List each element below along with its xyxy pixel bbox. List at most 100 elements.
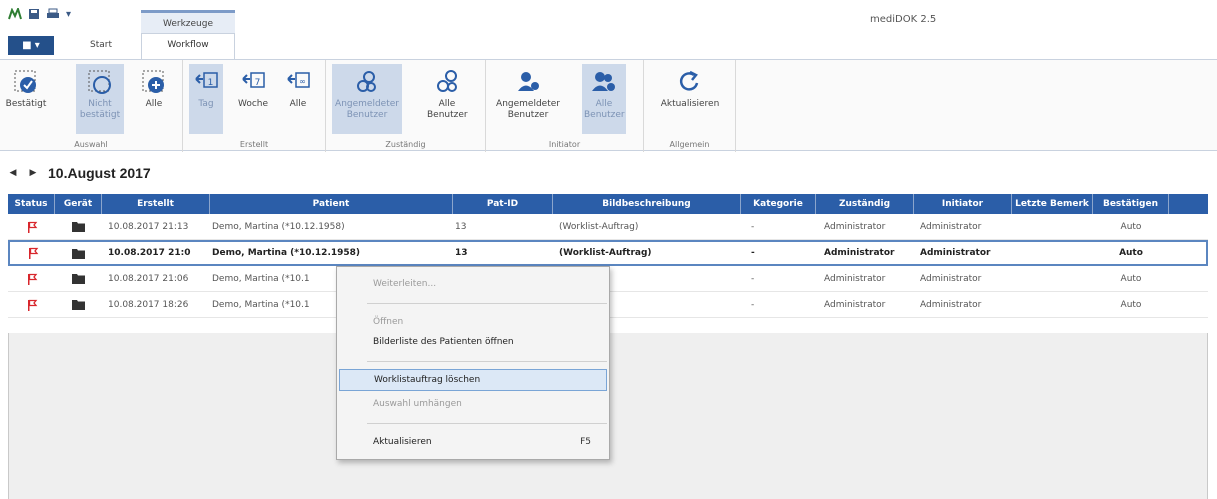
quick-access-toolbar: ▾ [8,8,71,20]
initiator-cell: Administrator [920,299,982,310]
erstellt-cell: 10.08.2017 21:0 [108,248,191,258]
bestaetigen-cell: Auto [1120,221,1142,232]
ribbon-group-label: Zuständig [385,140,426,149]
erstellt-cell: 10.08.2017 21:06 [108,273,189,284]
device-cell [55,292,102,318]
context-group-label: Werkzeuge [162,19,214,29]
column-header-kategorie[interactable]: Kategorie [741,194,816,214]
initiator-alle-benutzer-button[interactable]: Alle Benutzer [582,64,626,134]
ribbon-group-label: Auswahl [74,140,108,149]
column-header-pat-id[interactable]: Pat-ID [453,194,553,214]
erstellt-alle-button[interactable]: ∞ Alle [281,64,315,134]
table-row[interactable]: 10.08.2017 21:13 Demo, Martina (*10.12.1… [8,214,1208,240]
print-icon[interactable] [46,8,60,20]
zustaendig-cell: Administrator [824,273,886,284]
column-header-initiator[interactable]: Initiator [914,194,1012,214]
folder-icon [72,248,85,259]
woche-label: Woche [237,99,269,109]
initiator-angemeldeter-benutzer-button[interactable]: Angemeldeter Benutzer [492,64,564,134]
bildbeschreibung-cell: (Worklist-Auftrag) [559,221,639,232]
kategorie-cell: - [751,299,755,310]
menu-item-worklistauftrag-loeschen[interactable]: Worklistauftrag löschen [339,369,607,391]
woche-button[interactable]: 7 Woche [235,64,271,134]
nicht-bestaetigt-button[interactable]: Nicht bestätigt [76,64,124,134]
ribbon-group-label: Erstellt [239,140,269,149]
file-menu-button[interactable]: ■ ▾ [8,36,54,55]
zustaendig-alle-benutzer-button[interactable]: Alle Benutzer [418,64,476,134]
auswahl-alle-label: Alle [145,99,163,109]
menu-item-label: Auswahl umhängen [373,399,462,409]
tab-workflow[interactable]: Workflow [141,33,235,60]
flag-icon [28,247,38,259]
tab-start[interactable]: Start [80,40,122,50]
folder-icon [72,300,85,310]
user-link-icon [353,68,381,96]
menu-item-auswahl-umhaengen[interactable]: Auswahl umhängen [339,393,607,415]
menu-item-label: Bilderliste des Patienten öffnen [373,337,514,347]
status-cell [8,266,55,292]
users-icon [590,68,618,96]
folder-icon [72,274,85,284]
patient-cell: Demo, Martina (*10.12.1958) [212,248,361,258]
menu-item-label: Worklistauftrag löschen [374,375,481,385]
bestaetigt-label: Bestätigt [5,99,47,109]
menu-item-shortcut: F5 [580,437,591,447]
save-icon[interactable] [28,8,40,20]
calendar-day-icon: 1 [192,68,220,96]
check-icon [12,68,40,96]
bestaetigen-cell: Auto [1120,299,1142,310]
kategorie-cell: - [751,221,755,232]
device-cell [55,214,102,240]
flag-icon [27,221,37,233]
app-title: mediDOK 2.5 [870,14,937,25]
erstellt-alle-label: Alle [289,99,307,109]
kategorie-cell: - [751,248,755,258]
previous-date-icon[interactable]: ◀ [6,168,20,178]
column-header-geraet[interactable]: Gerät [55,194,102,214]
bemerkung-cell [1012,266,1093,292]
menu-item-aktualisieren[interactable]: Aktualisieren F5 [339,431,607,453]
column-header-bildbeschreibung[interactable]: Bildbeschreibung [553,194,741,214]
column-header-erstellt[interactable]: Erstellt [102,194,210,214]
menu-separator [367,361,607,362]
refresh-icon [676,68,704,96]
erstellt-cell: 10.08.2017 18:26 [108,299,189,310]
menu-item-oeffnen[interactable]: Öffnen [339,311,607,333]
svg-text:1: 1 [208,78,214,88]
ribbon-aktualisieren-button[interactable]: Aktualisieren [654,64,726,134]
bestaetigt-button[interactable]: Bestätigt [6,64,46,134]
context-menu: Weiterleiten... Öffnen Bilderliste des P… [336,266,610,460]
status-cell [8,214,55,240]
table-row-selected[interactable]: 10.08.2017 21:0 Demo, Martina (*10.12.19… [8,240,1208,266]
menu-item-weiterleiten[interactable]: Weiterleiten... [339,273,607,295]
svg-text:7: 7 [255,78,261,88]
zustaendig-cell: Administrator [824,248,895,258]
device-cell [55,240,102,266]
ribbon-group-label: Initiator [548,140,581,149]
next-date-icon[interactable]: ▶ [26,168,40,178]
tag-button[interactable]: 1 Tag [189,64,223,134]
svg-text:∞: ∞ [299,77,306,86]
menu-item-label: Weiterleiten... [373,279,437,289]
column-header-letzte-bemerkung[interactable]: Letzte Bemerk [1012,194,1093,214]
plus-circle-icon [140,68,168,96]
column-header-bestaetigen[interactable]: Bestätigen [1093,194,1169,214]
user-icon [514,68,542,96]
column-header-patient[interactable]: Patient [210,194,453,214]
patient-cell: Demo, Martina (*10.12.1958) [212,221,345,232]
menu-item-bilderliste-oeffnen[interactable]: Bilderliste des Patienten öffnen [339,331,607,353]
initiator-cell: Administrator [920,221,982,232]
ribbon-group-erstellt: 1 Tag 7 Woche ∞ Alle Erstellt [183,60,326,152]
qat-dropdown-icon[interactable]: ▾ [66,9,71,20]
flag-icon [27,299,37,311]
column-header-status[interactable]: Status [8,194,55,214]
bestaetigen-cell: Auto [1119,248,1143,258]
zustaendig-angemeldeter-benutzer-button[interactable]: Angemeldeter Benutzer [332,64,402,134]
circle-arrow-icon [86,68,114,96]
column-header-zustaendig[interactable]: Zuständig [816,194,914,214]
flag-icon [27,273,37,285]
auswahl-alle-button[interactable]: Alle [138,64,170,134]
zustaendig-angemeldeter-label: Angemeldeter Benutzer [335,99,399,120]
device-cell [55,266,102,292]
app-logo-icon [8,8,22,20]
